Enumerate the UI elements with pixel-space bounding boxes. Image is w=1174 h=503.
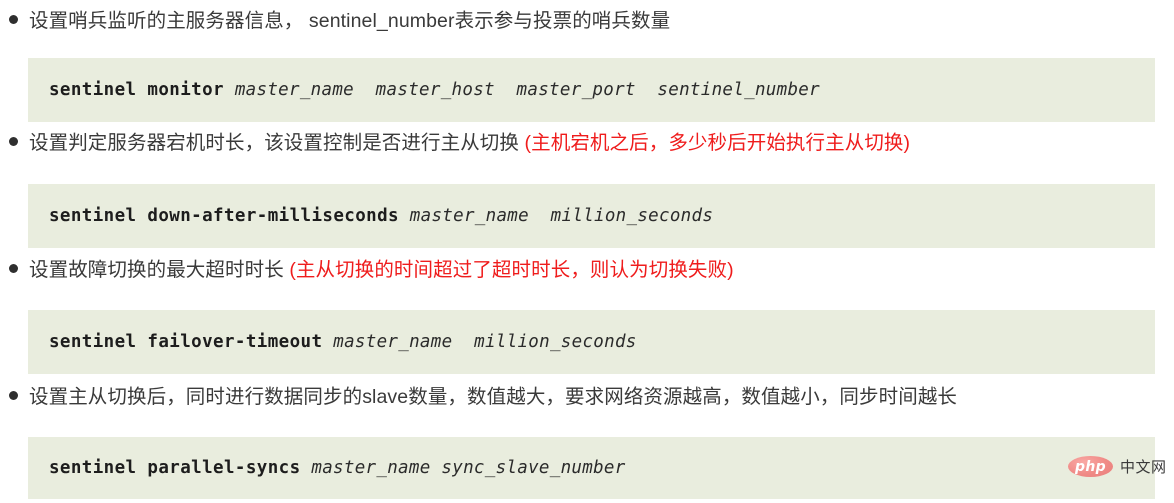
code-block: sentinel monitor master_name master_host…	[28, 58, 1155, 122]
bullet-marker-icon	[9, 391, 18, 400]
code-arguments: master_name million_seconds	[322, 332, 637, 352]
list-item: 设置故障切换的最大超时时长 (主从切换的时间超过了超时时长，则认为切换失败)	[0, 259, 734, 281]
code-arguments: master_name million_seconds	[398, 206, 714, 226]
code-block: sentinel failover-timeout master_name mi…	[28, 310, 1155, 374]
list-item-prefix: 设置主从切换后，同时进行数据同步的slave数量，数值越大，要求网络资源越高，数…	[29, 386, 958, 408]
list-item-highlight: (主机宕机之后，多少秒后开始执行主从切换)	[519, 132, 911, 154]
code-arguments: master_name master_host master_port sent…	[223, 80, 820, 100]
watermark-badge: php 中文网	[1068, 456, 1167, 477]
code-keyword: sentinel failover-timeout	[49, 332, 323, 352]
code-arguments: master_name sync_slave_number	[300, 458, 626, 478]
list-item-prefix: 设置哨兵监听的主服务器信息，	[29, 10, 304, 32]
list-item-plain: sentinel_number表示参与投票的哨兵数量	[303, 10, 671, 32]
list-item-text: 设置主从切换后，同时进行数据同步的slave数量，数值越大，要求网络资源越高，数…	[29, 386, 958, 408]
list-item: 设置哨兵监听的主服务器信息， sentinel_number表示参与投票的哨兵数…	[0, 10, 671, 32]
code-keyword: sentinel parallel-syncs	[49, 458, 301, 478]
code-line: sentinel monitor master_name master_host…	[28, 80, 820, 100]
list-item: 设置判定服务器宕机时长，该设置控制是否进行主从切换 (主机宕机之后，多少秒后开始…	[0, 132, 911, 154]
code-block: sentinel down-after-milliseconds master_…	[28, 184, 1155, 248]
list-item-prefix: 设置判定服务器宕机时长，该设置控制是否进行主从切换	[29, 132, 520, 154]
list-item-text: 设置哨兵监听的主服务器信息， sentinel_number表示参与投票的哨兵数…	[29, 10, 671, 32]
list-item-prefix: 设置故障切换的最大超时时长	[29, 259, 284, 281]
php-logo-icon: php	[1068, 456, 1113, 477]
list-item-text: 设置判定服务器宕机时长，该设置控制是否进行主从切换 (主机宕机之后，多少秒后开始…	[29, 132, 911, 154]
list-item: 设置主从切换后，同时进行数据同步的slave数量，数值越大，要求网络资源越高，数…	[0, 386, 958, 408]
code-keyword: sentinel monitor	[49, 80, 224, 100]
list-item-highlight: (主从切换的时间超过了超时时长，则认为切换失败)	[283, 259, 734, 281]
code-block: sentinel parallel-syncs master_name sync…	[28, 437, 1155, 499]
bullet-marker-icon	[9, 137, 18, 146]
document-page: 设置哨兵监听的主服务器信息， sentinel_number表示参与投票的哨兵数…	[0, 0, 1174, 503]
list-item-text: 设置故障切换的最大超时时长 (主从切换的时间超过了超时时长，则认为切换失败)	[29, 259, 734, 281]
code-line: sentinel failover-timeout master_name mi…	[28, 332, 637, 352]
watermark-label: 中文网	[1120, 459, 1167, 476]
code-line: sentinel down-after-milliseconds master_…	[28, 206, 713, 226]
bullet-marker-icon	[9, 264, 18, 273]
code-line: sentinel parallel-syncs master_name sync…	[28, 458, 626, 478]
bullet-marker-icon	[9, 15, 18, 24]
code-keyword: sentinel down-after-milliseconds	[49, 206, 399, 226]
